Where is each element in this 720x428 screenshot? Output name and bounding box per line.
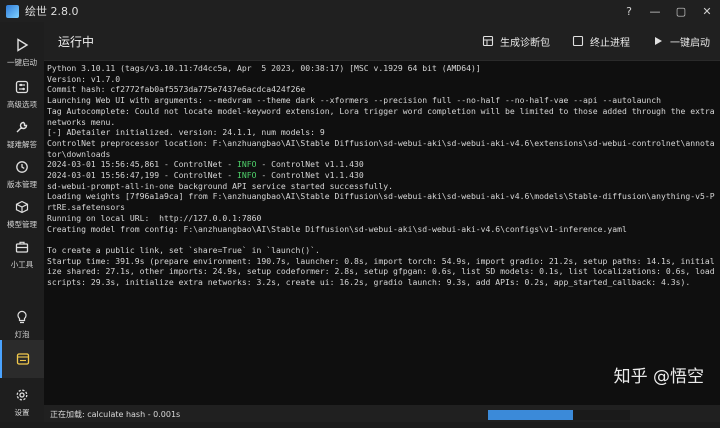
header: 运行中 生成诊断包 终止进程 一键启动 <box>44 22 720 60</box>
stop-icon <box>572 35 584 47</box>
stop-process-button[interactable]: 终止进程 <box>572 34 630 49</box>
sidebar-item-troubleshoot[interactable]: 疑难解答 <box>0 118 44 160</box>
console-line: Commit hash: cf2772fab0af5573da775e7437e… <box>47 84 306 95</box>
help-button[interactable]: ? <box>616 0 642 22</box>
progress-fill <box>488 410 574 420</box>
play-icon <box>13 36 31 54</box>
console-line: Loading weights [7f96a1a9ca] from F:\anz… <box>47 191 715 213</box>
sidebar-item-launch[interactable]: 一键启动 <box>0 36 44 78</box>
diagnostics-button[interactable]: 生成诊断包 <box>482 34 550 49</box>
console-output[interactable]: Python 3.10.11 (tags/v3.10.11:7d4cc5a, A… <box>44 60 720 405</box>
app-logo-icon <box>6 4 19 18</box>
console-line: sd-webui-prompt-all-in-one background AP… <box>47 180 393 191</box>
console-line: To create a public link, set `share=True… <box>47 244 320 255</box>
status-bar: 正在加载: calculate hash - 0.001s <box>44 407 720 422</box>
sidebar-item-tools[interactable]: 小工具 <box>0 238 44 280</box>
log-level-info: INFO <box>237 170 257 181</box>
console-line: Running on local URL: http://127.0.0.1:7… <box>47 212 262 223</box>
console-line: ControlNet preprocessor location: F:\anz… <box>47 137 715 159</box>
package-icon <box>482 35 494 47</box>
bulb-icon <box>13 308 31 326</box>
window-title: 绘世 2.8.0 <box>25 5 79 18</box>
toolbox-icon <box>13 238 31 256</box>
maximize-button[interactable]: ▢ <box>668 0 694 22</box>
minimize-button[interactable]: — <box>642 0 668 22</box>
sidebar-item-label: 模型管理 <box>7 220 37 229</box>
sidebar: 一键启动 高级选项 疑难解答 版本管理 模型管理 小工具 灯泡 设置 <box>0 22 44 422</box>
watermark: 知乎 @悟空 <box>613 367 704 387</box>
console-line: Launching Web UI with arguments: --medvr… <box>47 95 661 106</box>
sidebar-item-console[interactable] <box>0 340 44 378</box>
progress-bar <box>488 410 630 420</box>
play-icon <box>652 35 664 47</box>
console-line: Python 3.10.11 (tags/v3.10.11:7d4cc5a, A… <box>47 63 481 73</box>
sidebar-item-label: 一键启动 <box>7 58 37 67</box>
sidebar-item-label: 小工具 <box>10 260 34 269</box>
sliders-icon <box>13 78 31 96</box>
sidebar-item-versions[interactable]: 版本管理 <box>0 158 44 200</box>
console-line: 2024-03-01 15:56:45,861 - ControlNet - I… <box>47 159 364 170</box>
window-controls: ? — ▢ ✕ <box>616 0 720 22</box>
sidebar-item-label: 高级选项 <box>7 100 37 109</box>
sidebar-item-label: 疑难解答 <box>7 140 37 149</box>
header-actions: 生成诊断包 终止进程 一键启动 <box>460 34 710 49</box>
console-line: 2024-03-01 15:56:47,199 - ControlNet - I… <box>47 170 364 181</box>
diagnostics-label: 生成诊断包 <box>500 37 550 49</box>
sidebar-item-label: 灯泡 <box>14 330 30 339</box>
console-line: [-] ADetailer initialized. version: 24.1… <box>47 127 325 138</box>
sidebar-item-label: 设置 <box>14 408 30 417</box>
sidebar-item-advanced[interactable]: 高级选项 <box>0 78 44 120</box>
close-button[interactable]: ✕ <box>694 0 720 22</box>
console-line: Tag Autocomplete: Could not locate model… <box>47 105 720 127</box>
sidebar-item-models[interactable]: 模型管理 <box>0 198 44 240</box>
launch-button[interactable]: 一键启动 <box>652 34 710 49</box>
stop-process-label: 终止进程 <box>590 37 630 49</box>
run-status: 运行中 <box>58 34 95 49</box>
cube-icon <box>13 198 31 216</box>
console-line: Creating model from config: F:\anzhuangb… <box>47 223 627 234</box>
status-message: 正在加载: calculate hash - 0.001s <box>50 410 181 419</box>
title-bar: 绘世 2.8.0 ? — ▢ ✕ <box>0 0 720 22</box>
console-line: Startup time: 391.9s (prepare environmen… <box>47 255 720 288</box>
history-icon <box>13 158 31 176</box>
console-icon <box>14 350 32 368</box>
sidebar-item-label: 版本管理 <box>7 180 37 189</box>
log-level-info: INFO <box>237 159 257 170</box>
main-panel: 运行中 生成诊断包 终止进程 一键启动 Python 3.10.11 (tags… <box>44 22 720 407</box>
gear-icon <box>13 386 31 404</box>
console-line: Version: v1.7.0 <box>47 73 121 84</box>
launch-label: 一键启动 <box>670 37 710 49</box>
wrench-icon <box>13 118 31 136</box>
